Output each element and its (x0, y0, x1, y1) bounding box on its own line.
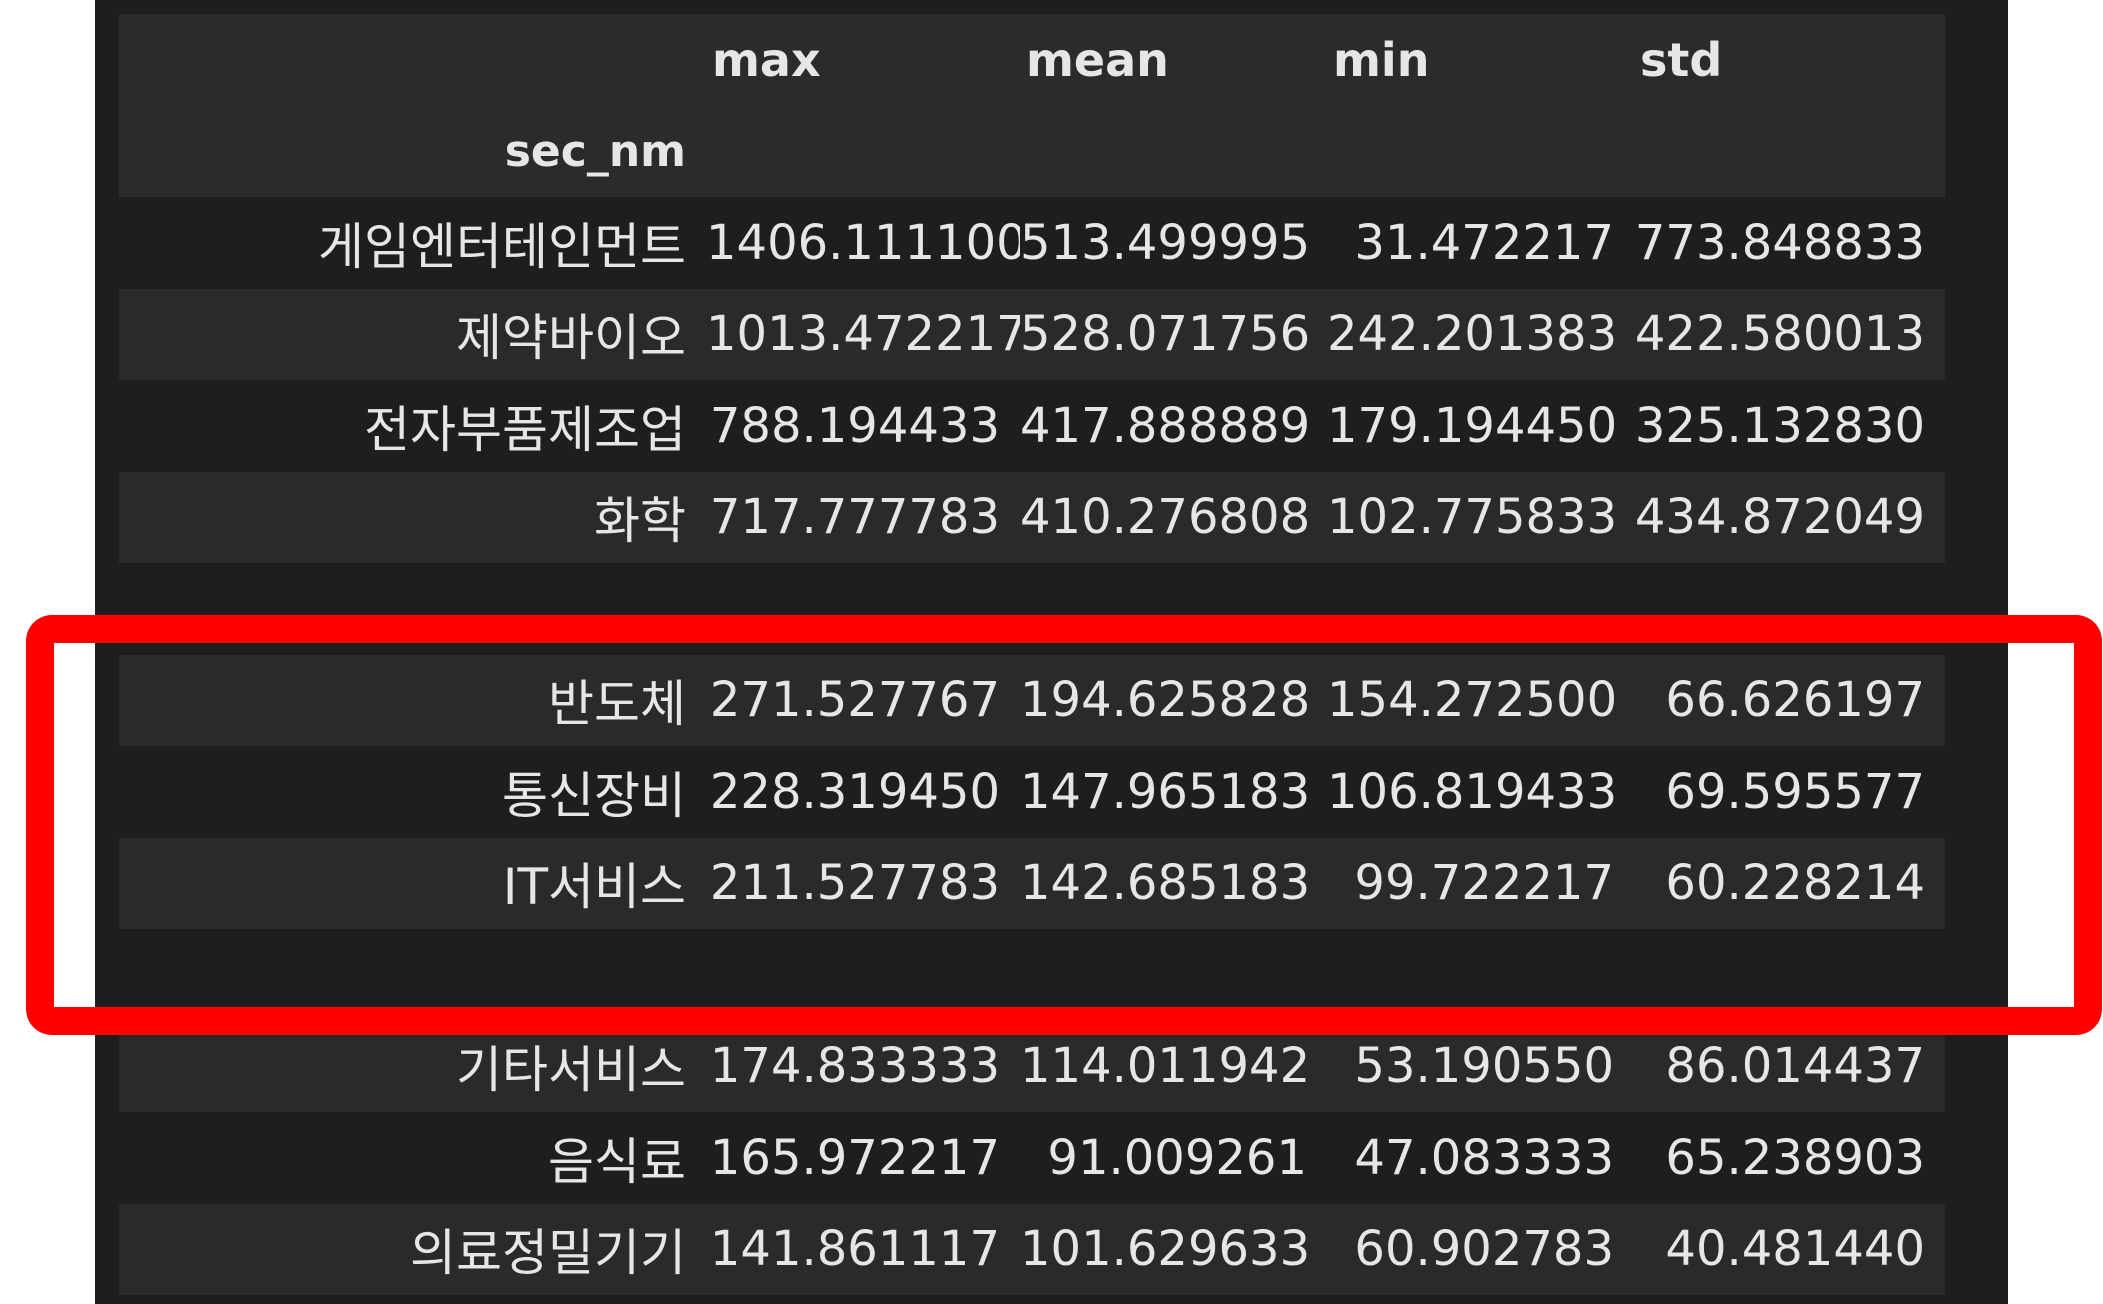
cell-std (1634, 563, 1945, 655)
cell-max: 211.527783 (706, 837, 1020, 929)
cell-mean: 101.629633 (1020, 1203, 1327, 1295)
cell-min: 102.775833 (1327, 471, 1634, 563)
row-index-label: 화학 (119, 471, 706, 563)
cell-std: 434.872049 (1634, 471, 1945, 563)
cell-mean: 528.071756 (1020, 288, 1327, 380)
cell-std: 325.132830 (1634, 380, 1945, 472)
cell-min: 242.201383 (1327, 288, 1634, 380)
cell-min: 99.722217 (1327, 837, 1634, 929)
cell-min: 53.190550 (1327, 1020, 1634, 1112)
row-index-label: IT서비스 (119, 837, 706, 929)
column-header-min: min (1327, 14, 1634, 106)
cell-mean: 194.625828 (1020, 654, 1327, 746)
column-header-mean: mean (1020, 14, 1327, 106)
cell-std: 69.595577 (1634, 746, 1945, 838)
table-row-hidden (119, 929, 1945, 1021)
cell-mean: 114.011942 (1020, 1020, 1327, 1112)
cell-std: 66.626197 (1634, 654, 1945, 746)
table-row: 전자부품제조업 788.194433 417.888889 179.194450… (119, 380, 1945, 472)
table-row: IT서비스 211.527783 142.685183 99.722217 60… (119, 837, 1945, 929)
cell-min: 60.902783 (1327, 1203, 1634, 1295)
cell-std: 86.014437 (1634, 1020, 1945, 1112)
column-header-blank (119, 14, 706, 106)
column-header-row: max mean min std (119, 14, 1945, 106)
cell-mean: 410.276808 (1020, 471, 1327, 563)
table-row: 통신장비 228.319450 147.965183 106.819433 69… (119, 746, 1945, 838)
index-name-row: sec_nm (119, 105, 1945, 197)
cell-std: 40.481440 (1634, 1203, 1945, 1295)
cell-max: 1013.472217 (706, 288, 1020, 380)
table-row: 기타서비스 174.833333 114.011942 53.190550 86… (119, 1020, 1945, 1112)
row-index-label: 반도체 (119, 654, 706, 746)
cell-min (1327, 929, 1634, 1021)
cell-max: 141.861117 (706, 1203, 1020, 1295)
cell-mean: 147.965183 (1020, 746, 1327, 838)
cell-mean (1020, 563, 1327, 655)
row-index-label: 음식료 (119, 1112, 706, 1204)
column-header-max: max (706, 14, 1020, 106)
cell-min: 47.083333 (1327, 1112, 1634, 1204)
table-row-hidden (119, 563, 1945, 655)
cell-min (1327, 563, 1634, 655)
table-row: 음식료 165.972217 91.009261 47.083333 65.23… (119, 1112, 1945, 1204)
cell-mean: 142.685183 (1020, 837, 1327, 929)
cell-max: 1406.111100 (706, 197, 1020, 289)
cell-mean: 91.009261 (1020, 1112, 1327, 1204)
row-index-label (119, 563, 706, 655)
index-name-label: sec_nm (119, 105, 706, 197)
row-index-label: 게임엔터테인먼트 (119, 197, 706, 289)
row-index-label (119, 929, 706, 1021)
cell-min: 179.194450 (1327, 380, 1634, 472)
table-row: 화학 717.777783 410.276808 102.775833 434.… (119, 471, 1945, 563)
cell-max: 717.777783 (706, 471, 1020, 563)
dataframe-table: max mean min std sec_nm 게임엔터테인먼트 1406.11… (119, 14, 1945, 1295)
table-row: 의료정밀기기 141.861117 101.629633 60.902783 4… (119, 1203, 1945, 1295)
cell-mean: 513.499995 (1020, 197, 1327, 289)
cell-min: 106.819433 (1327, 746, 1634, 838)
row-index-label: 의료정밀기기 (119, 1203, 706, 1295)
cell-std: 773.848833 (1634, 197, 1945, 289)
cell-max (706, 563, 1020, 655)
cell-std: 65.238903 (1634, 1112, 1945, 1204)
cell-max: 228.319450 (706, 746, 1020, 838)
cell-min: 31.472217 (1327, 197, 1634, 289)
row-index-label: 통신장비 (119, 746, 706, 838)
cell-mean: 417.888889 (1020, 380, 1327, 472)
screenshot-stage: max mean min std sec_nm 게임엔터테인먼트 1406.11… (0, 0, 2103, 1304)
cell-min: 154.272500 (1327, 654, 1634, 746)
cell-std (1634, 929, 1945, 1021)
cell-max (706, 929, 1020, 1021)
cell-max: 165.972217 (706, 1112, 1020, 1204)
cell-max: 271.527767 (706, 654, 1020, 746)
cell-max: 174.833333 (706, 1020, 1020, 1112)
table-row: 제약바이오 1013.472217 528.071756 242.201383 … (119, 288, 1945, 380)
column-header-std: std (1634, 14, 1945, 106)
row-index-label: 제약바이오 (119, 288, 706, 380)
row-index-label: 기타서비스 (119, 1020, 706, 1112)
dataframe-output-panel: max mean min std sec_nm 게임엔터테인먼트 1406.11… (95, 0, 2008, 1304)
table-row: 반도체 271.527767 194.625828 154.272500 66.… (119, 654, 1945, 746)
cell-std: 60.228214 (1634, 837, 1945, 929)
cell-std: 422.580013 (1634, 288, 1945, 380)
cell-max: 788.194433 (706, 380, 1020, 472)
row-index-label: 전자부품제조업 (119, 380, 706, 472)
table-row: 게임엔터테인먼트 1406.111100 513.499995 31.47221… (119, 197, 1945, 289)
cell-mean (1020, 929, 1327, 1021)
